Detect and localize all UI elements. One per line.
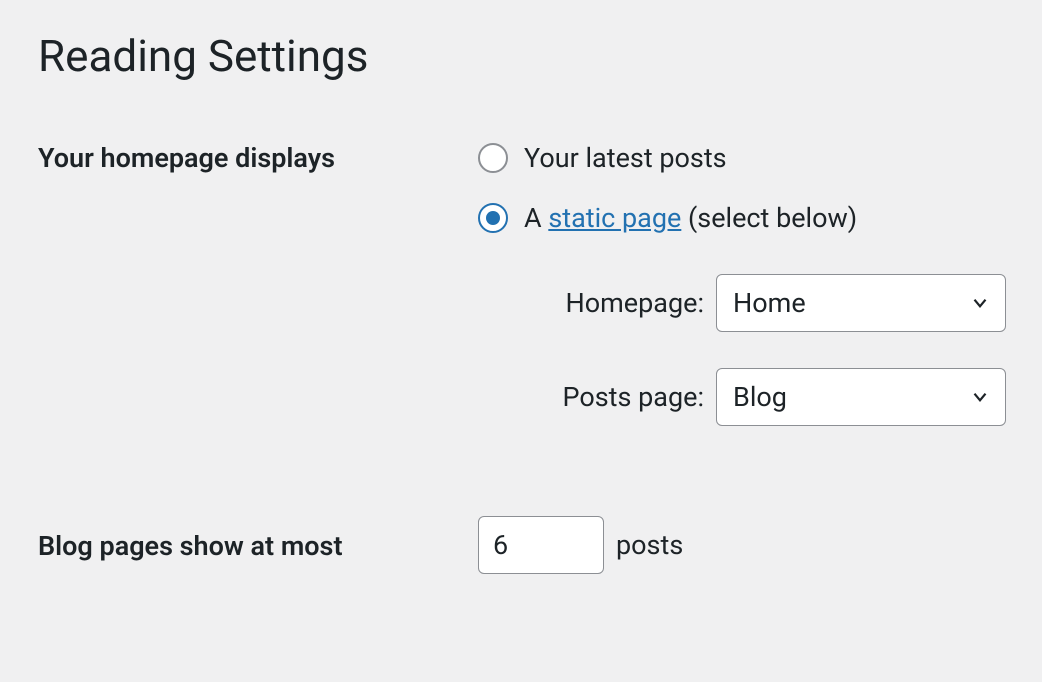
radio-latest-posts[interactable] [478, 143, 508, 173]
reading-settings-form: Your homepage displays Your latest posts… [38, 142, 1004, 574]
posts-per-page-input[interactable] [478, 516, 604, 574]
postspage-select-row: Posts page: Blog [514, 368, 1006, 426]
homepage-select-row: Homepage: Home [514, 274, 1006, 332]
static-page-subfields: Homepage: Home Posts page: Blog [478, 274, 1006, 426]
page-title: Reading Settings [38, 30, 1004, 82]
homepage-select-value: Home [733, 287, 806, 319]
static-page-link[interactable]: static page [548, 202, 681, 234]
homepage-displays-row: Your homepage displays Your latest posts… [38, 142, 1004, 426]
homepage-option-static[interactable]: A static page (select below) [478, 202, 1006, 234]
homepage-select[interactable]: Home [716, 274, 1006, 332]
chevron-down-icon [969, 386, 991, 408]
radio-latest-posts-label: Your latest posts [524, 142, 727, 174]
static-suffix: (select below) [681, 202, 857, 234]
posts-suffix-label: posts [616, 529, 683, 561]
homepage-displays-label: Your homepage displays [38, 142, 478, 174]
homepage-option-latest[interactable]: Your latest posts [478, 142, 1006, 174]
radio-static-page-label: A static page (select below) [524, 202, 857, 234]
homepage-select-label: Homepage: [514, 287, 704, 319]
postspage-select-label: Posts page: [514, 381, 704, 413]
blog-pages-label: Blog pages show at most [38, 516, 478, 562]
chevron-down-icon [969, 292, 991, 314]
postspage-select[interactable]: Blog [716, 368, 1006, 426]
postspage-select-value: Blog [733, 381, 787, 413]
radio-static-page[interactable] [478, 203, 508, 233]
blog-pages-row: Blog pages show at most posts [38, 516, 1004, 574]
static-prefix: A [524, 202, 548, 234]
